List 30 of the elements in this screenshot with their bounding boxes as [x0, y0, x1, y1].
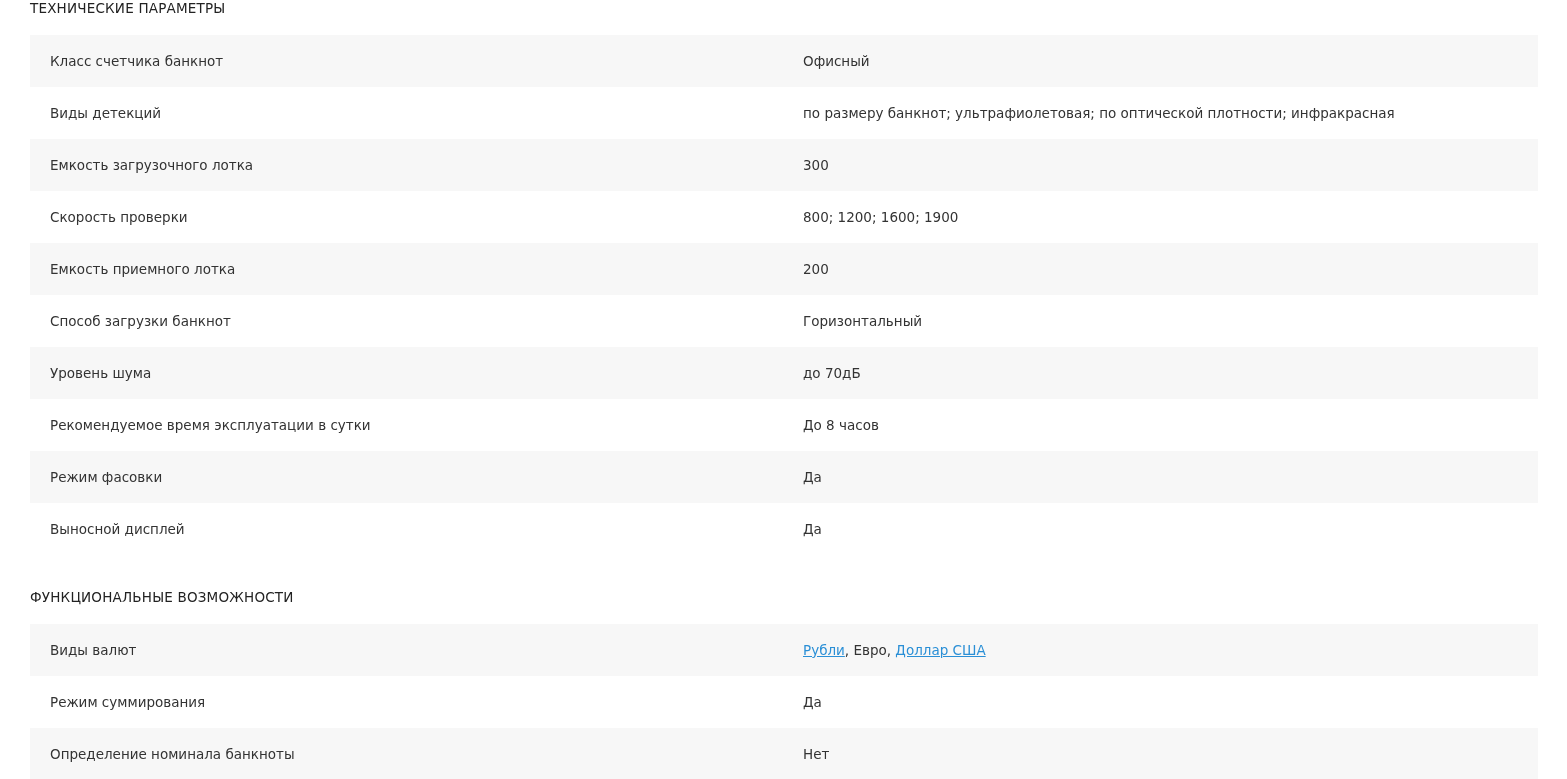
spec-value: До 8 часов [803, 415, 879, 435]
spec-label: Определение номинала банкноты [49, 744, 296, 764]
spec-label: Уровень шума [49, 363, 153, 383]
spec-label: Класс счетчика банкнот [49, 51, 225, 71]
spec-value: Да [803, 519, 822, 539]
spec-label: Режим суммирования [49, 692, 207, 712]
value-link[interactable]: Доллар США [895, 641, 986, 658]
spec-value: Офисный [803, 51, 870, 71]
spec-label: Рекомендуемое время эксплуатации в сутки [49, 415, 372, 435]
spec-label: Способ загрузки банкнот [49, 311, 232, 331]
spec-label: Скорость проверки [49, 207, 189, 227]
spec-value: по размеру банкнот; ультрафиолетовая; по оптической плотности; инфракрасная [803, 103, 1395, 123]
spec-label: Емкость загрузочного лотка [49, 155, 255, 175]
spec-label: Виды детекций [49, 103, 163, 123]
spec-label: Емкость приемного лотка [49, 259, 237, 279]
spec-value: Горизонтальный [803, 311, 923, 331]
value-link[interactable]: Рубли [803, 641, 845, 658]
spec-label: Выносной дисплей [49, 519, 186, 539]
spec-value: Нет [803, 744, 830, 764]
section-title: ТЕХНИЧЕСКИЕ ПАРАМЕТРЫ [30, 0, 227, 18]
spec-value: 300 [803, 155, 829, 175]
spec-value: Рубли, Евро, Доллар США [803, 640, 986, 660]
spec-label: Виды валют [49, 640, 138, 660]
spec-value: 200 [803, 259, 829, 279]
spec-value: до 70дБ [803, 363, 861, 383]
spec-value: Да [803, 467, 822, 487]
spec-label: Режим фасовки [49, 467, 164, 487]
section-title: ФУНКЦИОНАЛЬНЫЕ ВОЗМОЖНОСТИ [30, 588, 295, 607]
spec-value: 800; 1200; 1600; 1900 [803, 207, 959, 227]
spec-value: Да [803, 692, 822, 712]
